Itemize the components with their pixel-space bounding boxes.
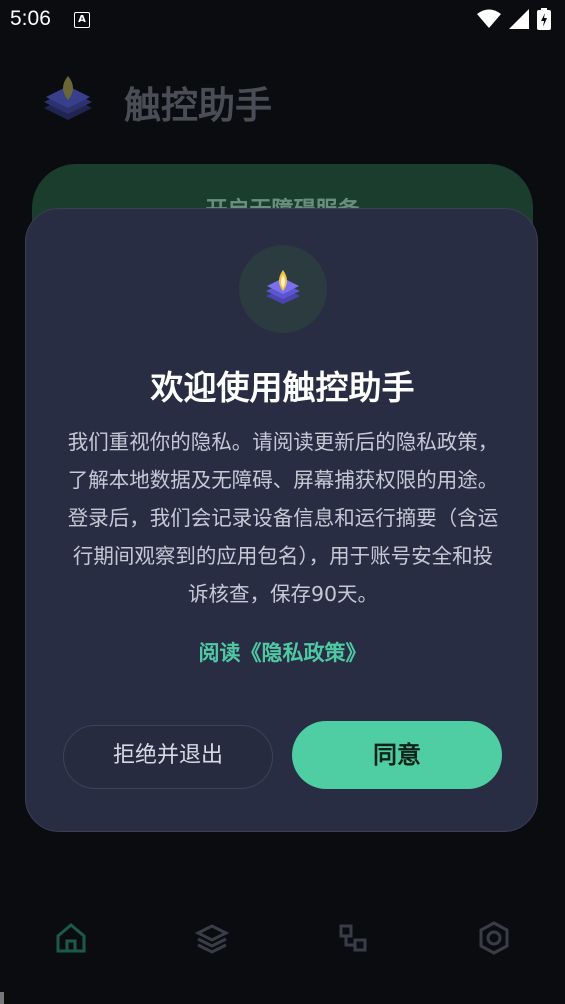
privacy-policy-link[interactable]: 阅读《隐私政策》 [26, 637, 539, 667]
status-icons [477, 8, 551, 30]
notification-icon: A [74, 12, 90, 28]
agree-button[interactable]: 同意 [292, 721, 502, 789]
status-time: 5:06 [10, 7, 51, 30]
signal-icon [509, 9, 529, 29]
decline-exit-button[interactable]: 拒绝并退出 [63, 725, 273, 789]
status-bar: 5:06 A [0, 0, 565, 38]
flow-icon[interactable] [335, 920, 371, 956]
settings-icon[interactable] [476, 920, 512, 956]
dialog-title: 欢迎使用触控助手 [150, 368, 415, 407]
app-logo-icon [266, 270, 300, 304]
battery-icon [537, 8, 551, 30]
dialog-body-text: 我们重视你的隐私。请阅读更新后的隐私政策，了解本地数据及无障碍、屏幕捕获权限的用… [67, 430, 499, 606]
bottom-nav [0, 900, 565, 984]
dialog-app-icon [239, 245, 327, 333]
edge-indicator [0, 992, 4, 1004]
privacy-dialog: 欢迎使用触控助手 我们重视你的隐私。请阅读更新后的隐私政策，了解本地数据及无障碍… [25, 208, 538, 832]
layers-icon[interactable] [194, 920, 230, 956]
app-title: 触控助手 [124, 84, 272, 127]
wifi-icon [477, 9, 501, 28]
app-logo-icon [44, 76, 92, 120]
app-header: 触控助手 [38, 72, 272, 132]
home-icon[interactable] [53, 920, 89, 956]
